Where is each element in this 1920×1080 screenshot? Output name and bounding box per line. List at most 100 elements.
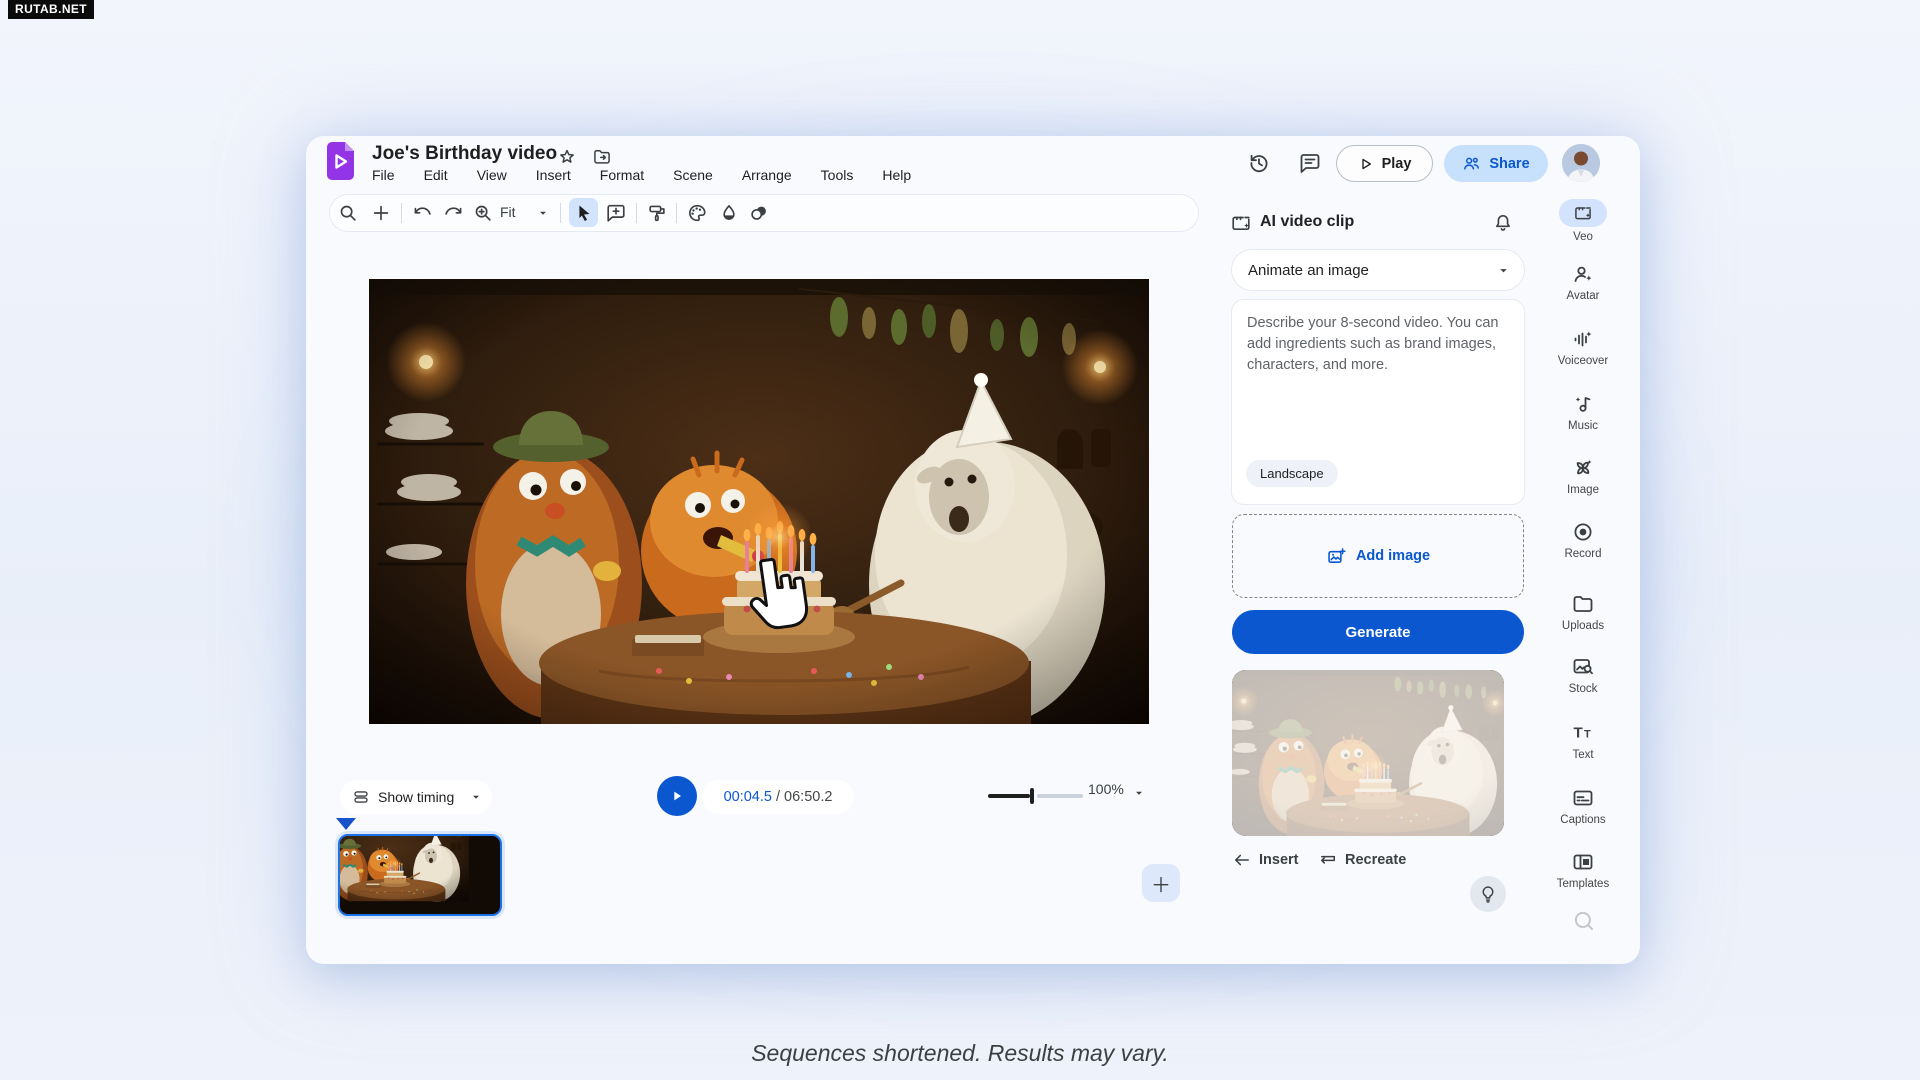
- fit-label: Fit: [500, 204, 516, 220]
- current-time: 00:04.5: [724, 789, 772, 805]
- menu-tools[interactable]: Tools: [819, 166, 856, 184]
- record-icon: [1571, 520, 1595, 544]
- account-avatar[interactable]: [1562, 144, 1600, 182]
- prompt-input[interactable]: [1232, 300, 1524, 440]
- svg-text:T: T: [1574, 725, 1583, 742]
- menu-format[interactable]: Format: [598, 166, 646, 184]
- captions-icon: [1571, 786, 1595, 810]
- menu-arrange[interactable]: Arrange: [740, 166, 794, 184]
- ai-clip-icon: [1230, 212, 1252, 234]
- aspect-ratio-chip[interactable]: Landscape: [1246, 460, 1338, 487]
- menu-file[interactable]: File: [370, 166, 397, 184]
- version-history-icon[interactable]: [1246, 150, 1272, 176]
- select-tool-button[interactable]: [569, 198, 598, 227]
- vids-logo-icon: [327, 142, 354, 180]
- rail-item-music[interactable]: Music: [1545, 392, 1621, 432]
- find-icon[interactable]: [336, 201, 360, 225]
- recreate-button[interactable]: Recreate: [1318, 850, 1406, 870]
- menu-edit[interactable]: Edit: [422, 166, 450, 184]
- text-icon: TT: [1571, 721, 1595, 745]
- veo-active-pill: [1559, 199, 1607, 227]
- star-icon[interactable]: [556, 146, 578, 168]
- disclaimer-caption: Sequences shortened. Results may vary.: [0, 1040, 1920, 1067]
- time-separator: /: [772, 789, 784, 805]
- menu-help[interactable]: Help: [880, 166, 913, 184]
- fit-zoom-select[interactable]: Fit: [500, 204, 516, 220]
- play-button[interactable]: Play: [1336, 145, 1433, 182]
- rail-item-image[interactable]: Image: [1545, 456, 1621, 496]
- insert-button[interactable]: Insert: [1232, 850, 1299, 870]
- menu-scene[interactable]: Scene: [671, 166, 715, 184]
- preview-play-button[interactable]: [657, 776, 697, 816]
- zoom-slider-track-filled[interactable]: [988, 794, 1030, 798]
- generate-button[interactable]: Generate: [1232, 610, 1524, 654]
- rail-item-uploads[interactable]: Uploads: [1545, 592, 1621, 632]
- tips-lightbulb-button[interactable]: [1470, 876, 1506, 912]
- rail-item-partial-icon: [1571, 908, 1597, 934]
- zoom-caret-icon[interactable]: [1132, 786, 1146, 800]
- comment-add-icon[interactable]: [604, 201, 628, 225]
- rail-item-avatar[interactable]: Avatar: [1545, 262, 1621, 302]
- recreate-label: Recreate: [1345, 852, 1406, 868]
- rail-label: Image: [1567, 484, 1599, 496]
- rail-item-captions[interactable]: Captions: [1545, 786, 1621, 826]
- play-button-label: Play: [1382, 156, 1412, 172]
- toolbar-divider: [676, 203, 677, 223]
- avatar-icon: [1571, 262, 1595, 286]
- playhead-marker[interactable]: [336, 818, 356, 830]
- redo-icon[interactable]: [442, 201, 466, 225]
- document-title[interactable]: Joe's Birthday video: [372, 143, 557, 165]
- rail-item-record[interactable]: Record: [1545, 520, 1621, 560]
- overlap-circles-icon[interactable]: [747, 201, 771, 225]
- show-timing-caret-icon: [470, 791, 482, 803]
- add-scene-button[interactable]: ＋: [1142, 864, 1180, 902]
- panel-title: AI video clip: [1260, 213, 1354, 231]
- rail-item-text[interactable]: TT Text: [1545, 721, 1621, 761]
- paint-roller-icon[interactable]: [645, 201, 669, 225]
- fit-caret-icon[interactable]: [536, 206, 550, 220]
- veo-icon: [1573, 203, 1593, 223]
- hand-cursor-icon: [742, 556, 808, 630]
- mode-select[interactable]: Animate an image: [1232, 250, 1524, 290]
- rail-item-stock[interactable]: Stock: [1545, 655, 1621, 695]
- image-gen-icon: [1571, 456, 1595, 480]
- rail-label: Captions: [1560, 814, 1605, 826]
- add-image-dropzone[interactable]: Add image: [1232, 514, 1524, 598]
- voiceover-icon: [1571, 327, 1595, 351]
- toolbar-divider: [401, 203, 402, 223]
- zoom-slider-track[interactable]: [1037, 794, 1083, 798]
- comments-icon[interactable]: [1297, 150, 1323, 176]
- rail-label: Music: [1568, 420, 1598, 432]
- menu-insert[interactable]: Insert: [534, 166, 573, 184]
- menu-view[interactable]: View: [475, 166, 509, 184]
- zoom-in-icon[interactable]: [471, 201, 495, 225]
- rail-label: Voiceover: [1558, 355, 1609, 367]
- rail-label: Stock: [1569, 683, 1598, 695]
- share-button[interactable]: Share: [1444, 145, 1548, 182]
- menu-bar: File Edit View Insert Format Scene Arran…: [370, 166, 913, 184]
- add-icon[interactable]: [369, 201, 393, 225]
- undo-icon[interactable]: [410, 201, 434, 225]
- show-timing-button[interactable]: Show timing: [340, 780, 492, 814]
- droplet-icon[interactable]: [717, 201, 741, 225]
- palette-icon[interactable]: [685, 201, 709, 225]
- generated-clip-thumbnail[interactable]: [1232, 670, 1504, 836]
- video-preview[interactable]: [369, 279, 1149, 724]
- toolbar-divider: [560, 203, 561, 223]
- rail-item-templates[interactable]: Templates: [1545, 850, 1621, 890]
- rail-label: Veo: [1573, 231, 1593, 243]
- rail-label: Record: [1564, 548, 1601, 560]
- rail-item-voiceover[interactable]: Voiceover: [1545, 327, 1621, 367]
- notifications-bell-icon[interactable]: [1490, 210, 1516, 236]
- rail-label: Templates: [1557, 878, 1609, 890]
- move-to-folder-icon[interactable]: [590, 146, 614, 168]
- screen: RUTAB.NET Joe's Birthday video File Edit…: [0, 0, 1920, 1080]
- timeline-clip-thumbnail[interactable]: [338, 834, 502, 916]
- rail-label: Uploads: [1562, 620, 1604, 632]
- zoom-level[interactable]: 100%: [1088, 781, 1124, 797]
- rail-item-veo[interactable]: Veo: [1545, 199, 1621, 243]
- stock-media-icon: [1571, 655, 1595, 679]
- watermark: RUTAB.NET: [8, 0, 94, 19]
- zoom-slider-handle[interactable]: [1030, 788, 1034, 804]
- recreate-icon: [1318, 850, 1338, 870]
